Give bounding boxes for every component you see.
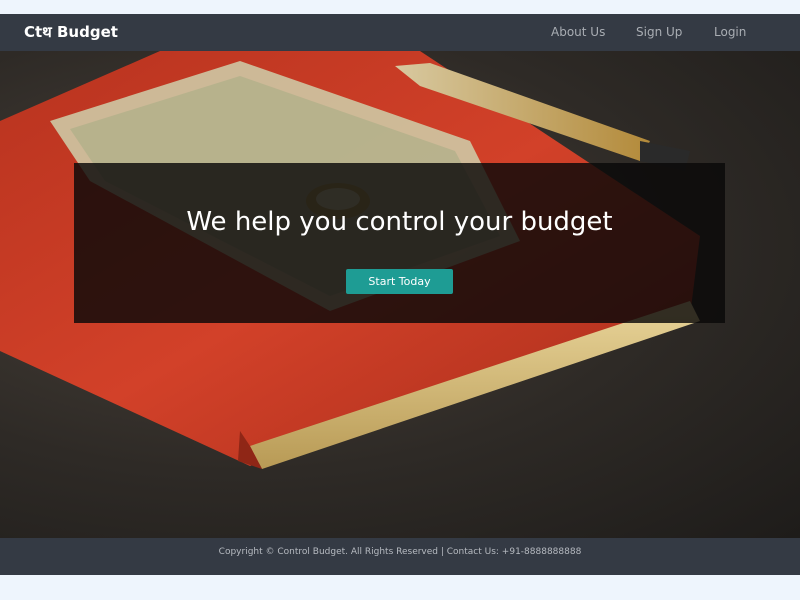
hero-headline: We help you control your budget [186, 207, 613, 237]
nav-about-us[interactable]: About Us [551, 14, 605, 51]
hero-section: We help you control your budget Start To… [0, 51, 800, 538]
footer: Copyright © Control Budget. All Rights R… [0, 538, 800, 575]
nav-login[interactable]: Login [714, 14, 746, 51]
hero-overlay: We help you control your budget Start To… [74, 163, 725, 323]
brand-logo[interactable]: Ctथ Budget [24, 14, 118, 51]
nav-sign-up[interactable]: Sign Up [636, 14, 682, 51]
navbar: Ctथ Budget About Us Sign Up Login [0, 14, 800, 51]
footer-copyright: Copyright © Control Budget. All Rights R… [218, 547, 582, 557]
start-today-button[interactable]: Start Today [346, 269, 453, 294]
